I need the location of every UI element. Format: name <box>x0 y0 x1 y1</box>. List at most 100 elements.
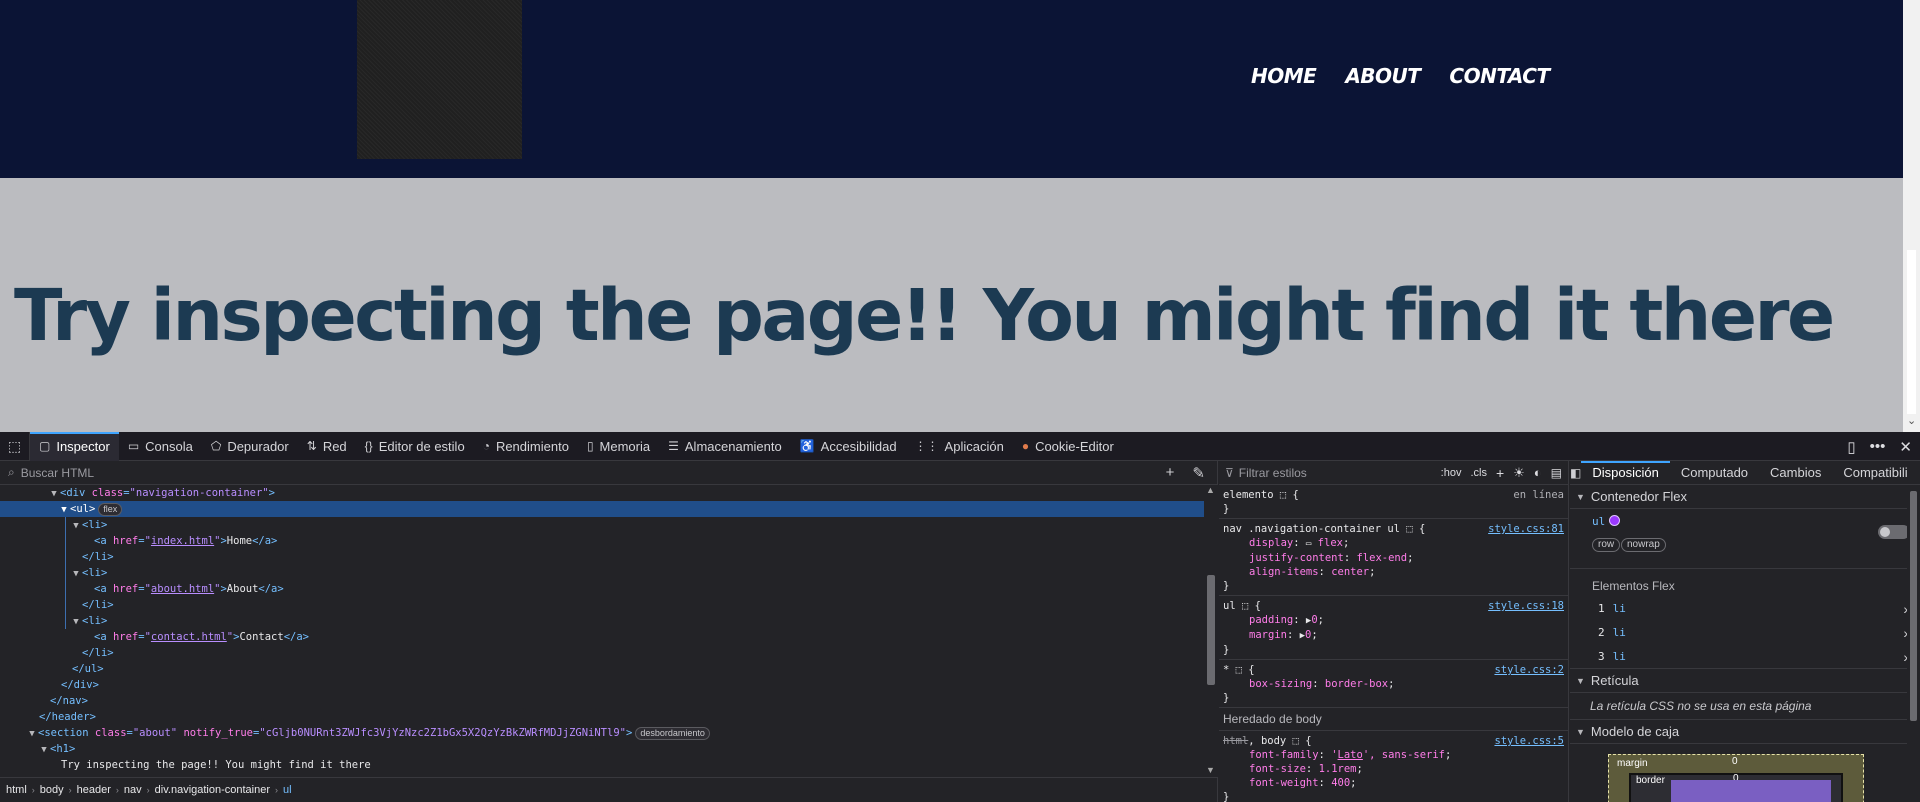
page-scrollbar-thumb[interactable] <box>1907 250 1916 414</box>
declaration[interactable]: margin: ▶0; <box>1223 628 1564 643</box>
html-search-bar[interactable]: ⌕ Buscar HTML + ✎ <box>0 461 1217 485</box>
markup-node-a[interactable]: <a href="index.html">Home</a> <box>0 533 1204 549</box>
tab-compatibility[interactable]: Compatibili <box>1832 461 1918 485</box>
markup-node-text[interactable]: Try inspecting the page!! You might find… <box>0 757 1204 773</box>
expand-toggle-icon[interactable]: ▼ <box>26 726 38 742</box>
tab-changes[interactable]: Cambios <box>1759 461 1832 485</box>
flex-container-selector[interactable]: ul <box>1592 515 1621 528</box>
add-node-icon[interactable]: + <box>1166 464 1175 482</box>
light-mode-icon[interactable]: ☀ <box>1513 465 1525 481</box>
markup-node-a[interactable]: <a href="contact.html">Contact</a> <box>0 629 1204 645</box>
markup-node-nav-close[interactable]: </nav> <box>0 693 1204 709</box>
declaration[interactable]: display: ▭ flex; <box>1223 536 1564 551</box>
expand-toggle-icon[interactable]: ▼ <box>58 502 70 518</box>
markup-node-div[interactable]: ▼ <div class="navigation-container"> <box>0 485 1204 501</box>
declaration[interactable]: justify-content: flex-end; <box>1223 551 1564 565</box>
tab-debugger[interactable]: ⬠ Depurador <box>202 432 298 461</box>
property-value[interactable]: 'Lato', sans-serif <box>1331 749 1445 761</box>
property-value[interactable]: flex <box>1318 537 1343 549</box>
scroll-up-arrow-icon[interactable]: ▲ <box>1206 485 1215 495</box>
nav-link-contact[interactable]: CONTACT <box>1449 64 1550 88</box>
cls-toggle[interactable]: .cls <box>1470 467 1487 479</box>
scroll-down-arrow-icon[interactable]: ⌄ <box>1907 414 1916 427</box>
markup-node-header-close[interactable]: </header> <box>0 709 1204 725</box>
section-attr-value[interactable]: cGljb0NURnt3ZWJfc3VjYzNzc2Z1bGx5X2QzYzBk… <box>266 727 620 739</box>
toggle-sidebar-icon[interactable]: ◧ <box>1570 466 1581 480</box>
declaration[interactable]: padding: ▶0; <box>1223 613 1564 628</box>
site-logo[interactable] <box>357 0 522 159</box>
filter-styles-input[interactable]: Filtrar estilos <box>1239 466 1307 480</box>
href-link[interactable]: index.html <box>151 535 214 547</box>
expand-toggle-icon[interactable]: ▼ <box>38 742 50 758</box>
more-options-icon[interactable]: ••• <box>1870 438 1886 455</box>
flex-item-row[interactable]: 2 li › <box>1570 621 1920 645</box>
margin-value[interactable]: 0 <box>1732 756 1738 767</box>
breadcrumb-item-current[interactable]: ul <box>283 784 292 796</box>
tab-accessibility[interactable]: ♿ Accesibilidad <box>791 432 906 461</box>
markup-node-li[interactable]: ▼ <li> <box>0 517 1204 533</box>
declaration[interactable]: align-items: center; <box>1223 565 1564 579</box>
dark-mode-icon[interactable]: ◐ <box>1534 465 1542 480</box>
expand-toggle-icon[interactable]: ▼ <box>48 486 60 502</box>
rule-ul[interactable]: ul ⬚ { style.css:18 padding: ▶0; margin:… <box>1219 596 1568 660</box>
overflow-badge[interactable]: desbordamiento <box>635 727 710 740</box>
markup-node-li-close[interactable]: </li> <box>0 549 1204 565</box>
markup-node-li-close[interactable]: </li> <box>0 597 1204 613</box>
property-value[interactable]: center <box>1331 566 1369 578</box>
flex-color-swatch[interactable] <box>1609 515 1621 526</box>
rule-source-link[interactable]: style.css:5 <box>1494 734 1564 748</box>
tab-performance[interactable]: ◔ Rendimiento <box>474 432 578 461</box>
dock-side-icon[interactable]: ▯ <box>1847 438 1855 456</box>
flex-container-header[interactable]: ▼ Contenedor Flex <box>1570 485 1920 509</box>
print-media-icon[interactable]: ▤ <box>1551 466 1562 480</box>
property-value[interactable]: border-box <box>1325 678 1388 690</box>
flex-item-row[interactable]: 3 li › <box>1570 645 1920 669</box>
tab-application[interactable]: ⋮⋮ Aplicación <box>906 432 1013 461</box>
grid-header[interactable]: ▼ Retícula <box>1570 669 1920 693</box>
markup-node-div-close[interactable]: </div> <box>0 677 1204 693</box>
property-value[interactable]: 400 <box>1331 777 1350 789</box>
eyedropper-icon[interactable]: ✎ <box>1192 464 1205 482</box>
property-value[interactable]: 1.1rem <box>1319 763 1357 775</box>
close-icon[interactable]: ✕ <box>1899 438 1912 456</box>
page-scrollbar[interactable]: ⌄ <box>1903 0 1920 432</box>
rule-universal[interactable]: * ⬚ { style.css:2 box-sizing: border-box… <box>1219 660 1568 708</box>
tab-layout[interactable]: Disposición <box>1581 461 1669 485</box>
expand-toggle-icon[interactable]: ▼ <box>70 614 82 630</box>
markup-node-h1[interactable]: ▼ <h1> <box>0 741 1204 757</box>
markup-scrollbar[interactable]: ▲ ▼ <box>1204 485 1218 777</box>
hov-toggle[interactable]: :hov <box>1441 467 1462 479</box>
element-picker-icon[interactable]: ⬚ <box>0 431 30 461</box>
tab-cookie-editor[interactable]: ● Cookie-Editor <box>1013 432 1123 461</box>
layout-scrollbar[interactable] <box>1907 485 1920 802</box>
markup-node-li[interactable]: ▼ <li> <box>0 613 1204 629</box>
tab-computed[interactable]: Computado <box>1670 461 1759 485</box>
rule-source-link[interactable]: style.css:18 <box>1488 599 1564 613</box>
property-value[interactable]: flex-end <box>1356 552 1407 564</box>
markup-scrollbar-thumb[interactable] <box>1207 575 1215 685</box>
markup-node-ul[interactable]: ▼ <ul> flex <box>0 501 1204 517</box>
declaration[interactable]: box-sizing: border-box; <box>1223 677 1564 691</box>
rule-html-body[interactable]: html, body ⬚ { style.css:5 font-family: … <box>1219 731 1568 802</box>
font-name[interactable]: Lato <box>1338 749 1363 761</box>
markup-node-li[interactable]: ▼ <li> <box>0 565 1204 581</box>
rule-element[interactable]: elemento ⬚ { en línea } <box>1219 485 1568 519</box>
tab-storage[interactable]: ☰ Almacenamiento <box>659 432 791 461</box>
markup-node-ul-close[interactable]: </ul> <box>0 661 1204 677</box>
flex-inspector-icon[interactable]: ▭ <box>1306 539 1311 549</box>
expand-toggle-icon[interactable]: ▼ <box>70 518 82 534</box>
rule-source-link[interactable]: style.css:81 <box>1488 522 1564 536</box>
nav-link-about[interactable]: ABOUT <box>1345 64 1421 88</box>
declaration[interactable]: font-family: 'Lato', sans-serif; <box>1223 748 1564 762</box>
href-link[interactable]: contact.html <box>151 631 227 643</box>
breadcrumb-item[interactable]: body <box>40 784 64 796</box>
markup-node-a[interactable]: <a href="about.html">About</a> <box>0 581 1204 597</box>
markup-node-li-close[interactable]: </li> <box>0 645 1204 661</box>
boxmodel-margin[interactable]: margin 0 border 0 <box>1608 754 1864 802</box>
nav-link-home[interactable]: HOME <box>1251 64 1317 88</box>
declaration[interactable]: font-weight: 400; <box>1223 776 1564 790</box>
breadcrumb-item[interactable]: html <box>6 784 27 796</box>
tab-inspector[interactable]: ▢ Inspector <box>30 431 119 461</box>
property-value[interactable]: 0 <box>1305 629 1311 641</box>
expand-toggle-icon[interactable]: ▼ <box>70 566 82 582</box>
